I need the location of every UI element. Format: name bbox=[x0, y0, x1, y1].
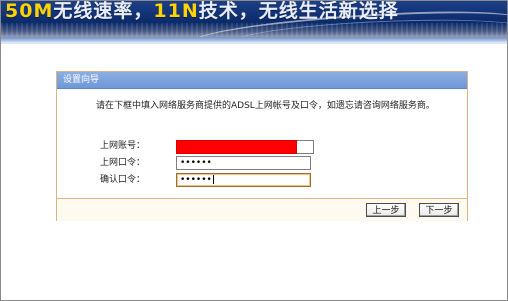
setup-wizard-panel: 设置向导 请在下框中填入网络服务商提供的ADSL上网帐号及口令，如遗忘请咨询网络… bbox=[56, 71, 468, 221]
banner-slogan-tech: 11N bbox=[153, 1, 199, 22]
panel-header: 设置向导 bbox=[57, 72, 467, 89]
password-label: 上网口令： bbox=[100, 158, 146, 168]
confirm-password-label: 确认口令： bbox=[100, 175, 146, 185]
divider bbox=[1, 42, 507, 44]
account-input[interactable] bbox=[176, 140, 314, 154]
password-value: •••••• bbox=[180, 158, 212, 168]
banner-slogan-text1: 无线速率， bbox=[53, 1, 154, 22]
instruction-text: 请在下框中填入网络服务商提供的ADSL上网帐号及口令，如遗忘请咨询网络服务商。 bbox=[96, 101, 435, 111]
previous-step-button[interactable]: 上一步 bbox=[366, 203, 406, 217]
account-input-tail bbox=[297, 140, 314, 154]
banner-stripes bbox=[1, 23, 507, 37]
banner-slogan-speed: 50M bbox=[5, 1, 54, 22]
password-input[interactable]: •••••• bbox=[176, 156, 311, 170]
account-label: 上网账号： bbox=[100, 141, 146, 151]
confirm-password-input[interactable]: •••••• bbox=[176, 173, 311, 187]
text-caret bbox=[212, 175, 214, 184]
panel-title: 设置向导 bbox=[63, 75, 100, 85]
confirm-password-value: •••••• bbox=[180, 175, 212, 185]
panel-footer: 上一步 下一步 bbox=[57, 198, 467, 221]
next-step-button[interactable]: 下一步 bbox=[419, 203, 459, 217]
header-banner: 50M无线速率，11N技术，无线生活新选择 bbox=[1, 1, 507, 37]
